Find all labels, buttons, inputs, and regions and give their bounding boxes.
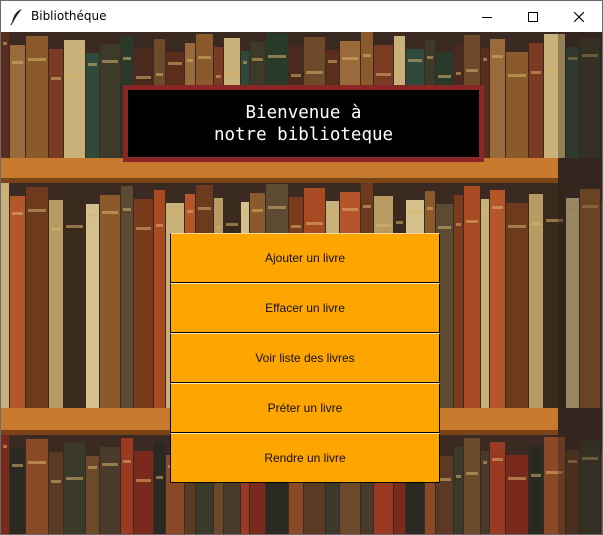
close-icon	[574, 11, 584, 22]
minimize-icon	[482, 16, 492, 18]
title-bar[interactable]: Bibliothéque	[1, 1, 602, 32]
maximize-icon	[528, 11, 538, 22]
feather-icon	[10, 9, 22, 25]
banner-line-2: notre biblioteque	[213, 124, 394, 145]
return-book-button[interactable]: Rendre un livre	[170, 433, 440, 483]
banner-line-1: Bienvenue à	[245, 102, 362, 123]
lend-book-button[interactable]: Préter un livre	[170, 383, 440, 433]
view-book-list-button[interactable]: Voir liste des livres	[170, 333, 440, 383]
app-window: Bibliothéque Bienvenue à notre biblioteq…	[0, 0, 603, 535]
window-title: Bibliothéque	[31, 9, 107, 23]
main-area: Bienvenue à notre biblioteque Ajouter un…	[1, 32, 602, 534]
delete-book-button[interactable]: Effacer un livre	[170, 283, 440, 333]
close-button[interactable]	[556, 1, 602, 32]
action-menu: Ajouter un livre Effacer un livre Voir l…	[170, 233, 440, 483]
minimize-button[interactable]	[464, 1, 510, 32]
add-book-button[interactable]: Ajouter un livre	[170, 233, 440, 283]
welcome-banner: Bienvenue à notre biblioteque	[123, 85, 484, 162]
maximize-button[interactable]	[510, 1, 556, 32]
